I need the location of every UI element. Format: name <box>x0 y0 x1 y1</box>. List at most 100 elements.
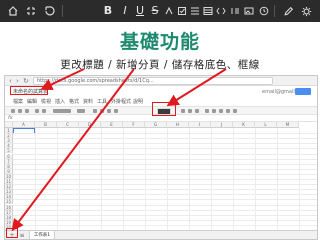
title-callout-box <box>10 86 48 95</box>
chart-icon <box>219 109 223 113</box>
pen-icon[interactable] <box>282 3 294 19</box>
align-icon <box>188 109 192 113</box>
formula-bar: fx <box>5 115 317 122</box>
home-icon[interactable] <box>6 3 20 19</box>
filter-icon <box>226 109 230 113</box>
row-gridline <box>13 199 317 201</box>
quote-icon[interactable] <box>229 3 241 19</box>
forward-arrow-icon: › <box>16 77 19 85</box>
browser-bar: ‹ › ↻ https://docs.google.com/spreadshee… <box>5 76 317 86</box>
slide-title: 基礎功能 <box>119 31 200 53</box>
row-gridline <box>13 214 317 216</box>
column-header: E <box>101 122 123 128</box>
share-button <box>295 88 311 95</box>
link-icon <box>205 109 209 113</box>
print-icon <box>11 109 15 113</box>
numbered-list-icon[interactable] <box>202 3 214 19</box>
column-header: K <box>233 122 255 128</box>
row-gridline <box>13 168 317 170</box>
valign-icon <box>195 109 199 113</box>
font-size-select <box>77 109 85 113</box>
row-gridline <box>13 133 317 135</box>
italic-icon[interactable]: I <box>119 3 131 19</box>
column-header: L <box>255 122 277 128</box>
menu-item: 外掛程式 <box>111 99 132 105</box>
column-header: M <box>277 122 299 128</box>
column-header: H <box>167 122 189 128</box>
settings-icon[interactable] <box>300 3 312 19</box>
code-icon[interactable] <box>215 3 227 19</box>
row-gridline <box>13 189 317 191</box>
font-select <box>53 109 71 113</box>
row-gridline <box>13 148 317 150</box>
italic-icon <box>100 109 104 113</box>
spreadsheet-grid: A B C D E F G H I J K L M 1 2 3 4 5 6 7 8 9 10 11 12 13 14 15 16 17 18… <box>5 122 317 231</box>
row-gridline <box>13 219 317 221</box>
doc-header: 未命名的試算表 email@gmail.com <box>5 86 317 98</box>
row-gridline <box>13 209 317 211</box>
comment-icon <box>212 109 216 113</box>
text-color-icon <box>114 109 118 113</box>
back-arrow-icon: ‹ <box>9 77 12 85</box>
menu-item: 說明 <box>133 99 144 105</box>
editor-toolbar: B I U S <box>0 0 320 22</box>
toolbar-divider <box>62 5 63 17</box>
undo-icon[interactable] <box>42 3 56 19</box>
row-gridline <box>13 158 317 160</box>
sheet-tab: 工作表1 <box>29 231 55 239</box>
row-gridline <box>13 173 317 175</box>
sheet-tab-bar: + ≡ 工作表1 <box>5 230 317 239</box>
column-header: F <box>123 122 145 128</box>
undo-icon <box>18 109 22 113</box>
format-callout-box <box>152 102 176 116</box>
row-gridline <box>13 224 317 226</box>
bold-icon[interactable]: B <box>102 3 114 19</box>
merge-icon <box>181 109 185 113</box>
redo-icon <box>25 109 29 113</box>
row-gridline <box>13 138 317 140</box>
sheet-list-button: ≡ <box>19 232 25 239</box>
fx-label: fx <box>8 115 13 121</box>
menu-item: 插入 <box>55 99 66 105</box>
toolbar-divider <box>274 5 275 17</box>
menu-item: 資料 <box>83 99 94 105</box>
row-gridline <box>13 143 317 145</box>
heading-icon[interactable] <box>163 3 175 19</box>
reload-icon: ↻ <box>23 77 29 85</box>
row-gridline <box>13 163 317 165</box>
menu-item: 工具 <box>97 99 108 105</box>
sheets-screenshot: ‹ › ↻ https://docs.google.com/spreadshee… <box>4 75 318 240</box>
percent-icon <box>42 109 46 113</box>
add-sheet-callout-box <box>6 228 18 238</box>
list-icon[interactable] <box>189 3 201 19</box>
strikethrough-icon <box>107 109 111 113</box>
currency-icon <box>35 109 39 113</box>
underline-icon[interactable]: U <box>134 3 146 19</box>
exit-fullscreen-icon[interactable] <box>24 3 38 19</box>
column-header: C <box>57 122 79 128</box>
bold-icon <box>93 109 97 113</box>
column-header: G <box>145 122 167 128</box>
address-bar: https://docs.google.com/spreadsheets/d/1… <box>33 77 273 85</box>
row-gridline <box>13 194 317 196</box>
image-icon[interactable] <box>243 3 255 19</box>
row-gridline <box>13 179 317 180</box>
menu-item: 檔案 <box>13 99 24 105</box>
column-header: J <box>211 122 233 128</box>
row-gridline <box>13 204 317 206</box>
strikethrough-icon[interactable]: S <box>149 3 161 19</box>
row-gridline <box>13 153 317 155</box>
column-header: A <box>13 122 35 128</box>
menu-item: 格式 <box>69 99 80 105</box>
clock-icon[interactable] <box>258 3 270 19</box>
checkbox-icon[interactable] <box>176 3 188 19</box>
function-icon <box>233 109 237 113</box>
row-gridline <box>13 184 317 186</box>
slide-caption: 更改標題 / 新增分頁 / 儲存格底色、框線 <box>60 59 260 71</box>
menu-item: 編輯 <box>27 99 38 105</box>
column-header: B <box>35 122 57 128</box>
column-header: I <box>189 122 211 128</box>
menu-item: 檢視 <box>41 99 52 105</box>
column-header: D <box>79 122 101 128</box>
slide-stage: B I U S 基礎功能 更改標題 / 新增分頁 / 儲存格底色、框線 ‹ › … <box>0 0 320 240</box>
